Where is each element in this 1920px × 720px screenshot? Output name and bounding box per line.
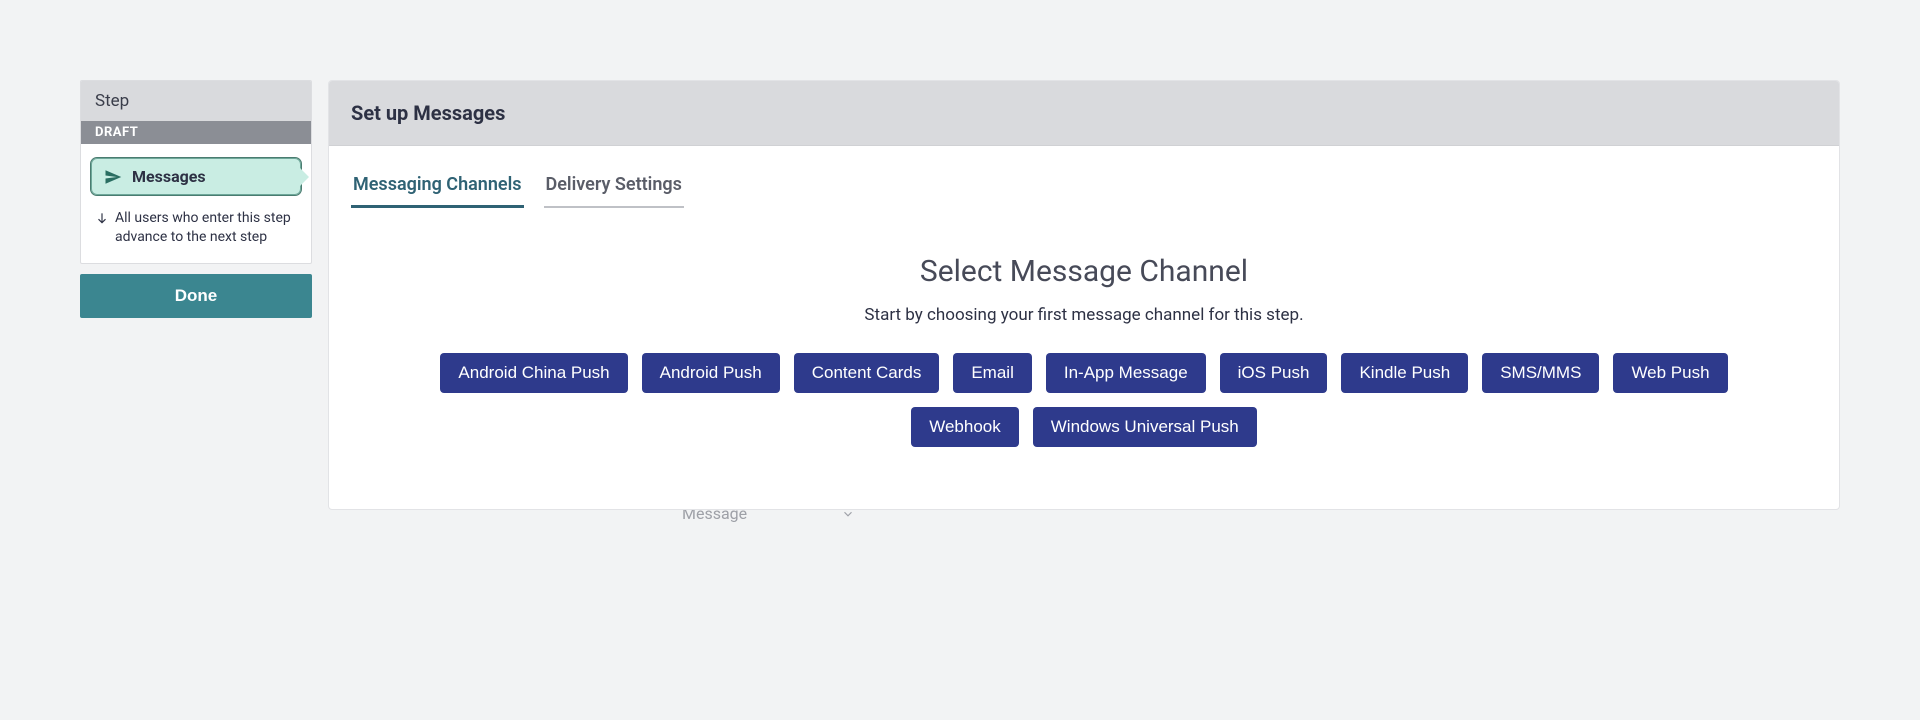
channel-button[interactable]: Email (953, 353, 1032, 393)
channel-button[interactable]: In-App Message (1046, 353, 1206, 393)
messages-step-label: Messages (132, 167, 206, 186)
tab-messaging-channels[interactable]: Messaging Channels (351, 168, 524, 208)
channel-button[interactable]: Android China Push (440, 353, 627, 393)
arrow-down-icon (95, 211, 109, 225)
channel-button[interactable]: SMS/MMS (1482, 353, 1599, 393)
paper-plane-icon (104, 168, 122, 186)
sidebar: Step DRAFT Messages All users who enter … (80, 80, 312, 318)
channel-button[interactable]: Web Push (1613, 353, 1727, 393)
done-button[interactable]: Done (80, 274, 312, 318)
sidebar-body: Messages All users who enter this step a… (81, 144, 311, 263)
channel-button[interactable]: Webhook (911, 407, 1019, 447)
advance-hint-text: All users who enter this step advance to… (115, 209, 297, 247)
main-content: Messaging Channels Delivery Settings Sel… (329, 146, 1839, 487)
channel-button[interactable]: Content Cards (794, 353, 940, 393)
step-header: Step (81, 81, 311, 121)
channel-buttons: Android China Push Android Push Content … (351, 353, 1817, 447)
channel-button[interactable]: iOS Push (1220, 353, 1328, 393)
sidebar-step-card: Step DRAFT Messages All users who enter … (80, 80, 312, 264)
status-badge: DRAFT (81, 121, 311, 144)
main-panel: Set up Messages Messaging Channels Deliv… (328, 80, 1840, 510)
tabs: Messaging Channels Delivery Settings (351, 168, 1817, 208)
page-title: Set up Messages (351, 101, 1817, 125)
channel-select-heading: Select Message Channel (351, 254, 1817, 289)
channel-button[interactable]: Kindle Push (1341, 353, 1468, 393)
channel-select-subtext: Start by choosing your first message cha… (351, 305, 1817, 325)
tab-delivery-settings[interactable]: Delivery Settings (544, 168, 684, 208)
channel-button[interactable]: Android Push (642, 353, 780, 393)
channel-button[interactable]: Windows Universal Push (1033, 407, 1257, 447)
advance-hint: All users who enter this step advance to… (91, 209, 301, 247)
messages-step-chip[interactable]: Messages (91, 158, 301, 195)
channel-select-area: Select Message Channel Start by choosing… (351, 254, 1817, 447)
main-header: Set up Messages (329, 81, 1839, 146)
